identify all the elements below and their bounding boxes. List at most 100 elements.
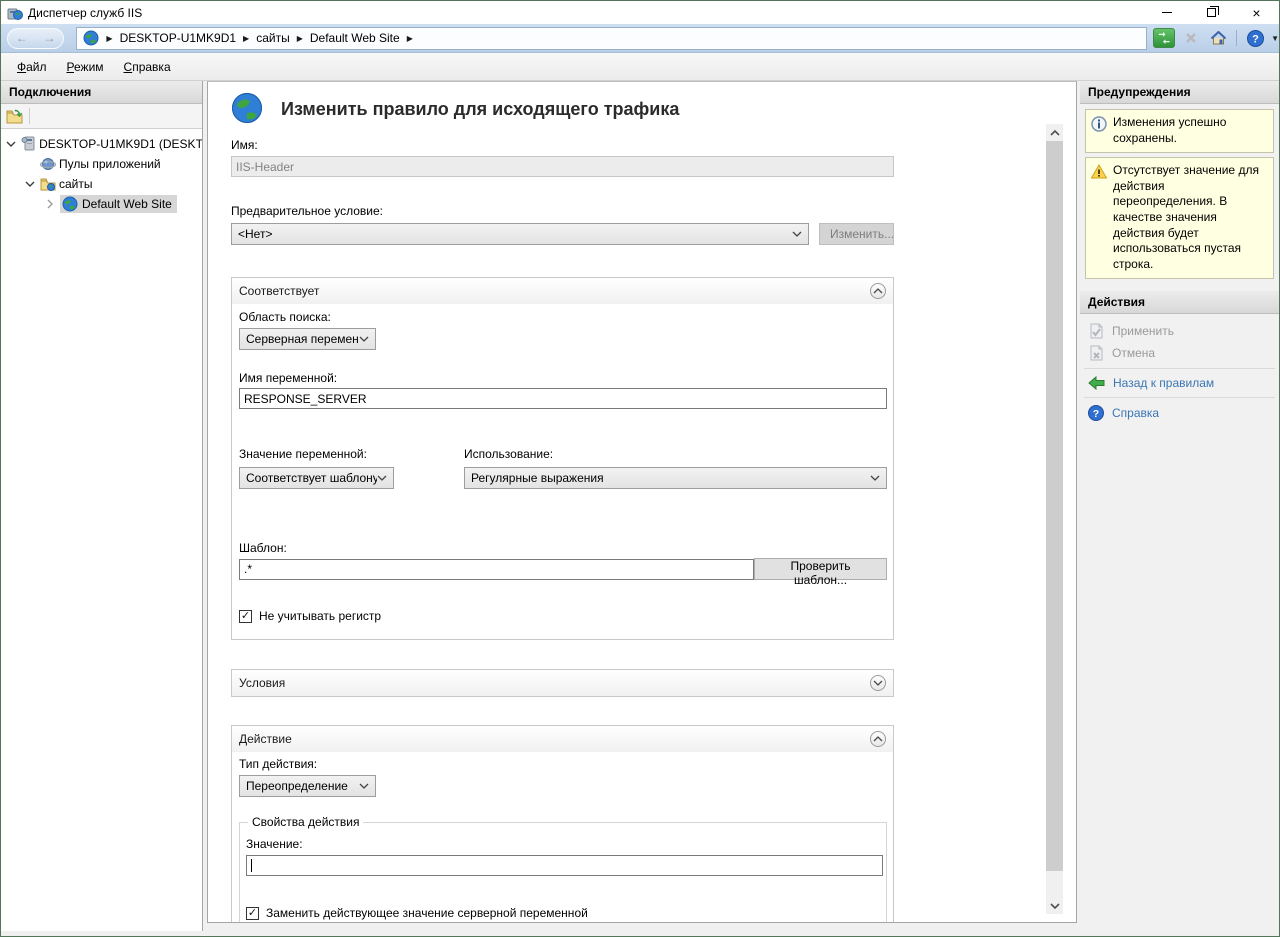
warning-alert: Отсутствует значение для действия переоп…	[1085, 157, 1274, 279]
refresh-icon	[1157, 32, 1171, 44]
back-to-rules-label: Назад к правилам	[1113, 376, 1214, 390]
cancel-action[interactable]: Отмена	[1080, 342, 1279, 364]
info-icon	[1091, 116, 1107, 132]
apply-action-label: Применить	[1112, 324, 1174, 338]
refresh-button[interactable]	[1153, 28, 1175, 48]
usage-select[interactable]: Регулярные выражения	[464, 467, 887, 489]
actions-separator	[1084, 397, 1275, 398]
page-title: Изменить правило для исходящего трафика	[281, 99, 679, 120]
warnings-header: Предупреждения	[1080, 81, 1279, 104]
back-button[interactable]: ←	[16, 32, 28, 44]
close-icon: ×	[1252, 6, 1260, 20]
cancel-icon	[1088, 345, 1104, 361]
conditions-section: Условия	[231, 669, 894, 697]
forward-button[interactable]: →	[44, 32, 56, 44]
tree-item-label: Default Web Site	[82, 197, 172, 211]
precondition-select[interactable]: <Нет>	[231, 223, 809, 245]
expand-chevron-icon[interactable]	[43, 197, 57, 211]
variable-name-field[interactable]	[239, 388, 887, 409]
stop-button[interactable]	[1180, 28, 1202, 48]
warning-icon	[1091, 164, 1107, 179]
expand-section-icon[interactable]	[870, 675, 886, 691]
action-section-header[interactable]: Действие	[232, 726, 893, 752]
value-field[interactable]	[246, 855, 883, 876]
replace-value-checkbox[interactable]: ✓	[246, 907, 259, 920]
server-icon	[21, 136, 36, 152]
minimize-button[interactable]	[1144, 1, 1189, 24]
title-bar: Диспетчер служб IIS ×	[1, 1, 1279, 24]
variable-name-label: Имя переменной:	[239, 371, 887, 385]
actions-list: Применить Отмена Назад к правилам ? Спра…	[1080, 314, 1279, 424]
tree-item-default-web-site[interactable]: Default Web Site	[1, 194, 202, 214]
precondition-label: Предварительное условие:	[231, 204, 894, 218]
vertical-scrollbar[interactable]	[1046, 124, 1063, 914]
breadcrumb-item-sites[interactable]: сайты	[256, 31, 290, 45]
restore-button[interactable]	[1189, 1, 1234, 24]
connections-panel: Подключения DESKTOP-U1MK9D1 (DESKTO Пулы…	[1, 81, 203, 931]
site-globe-icon	[62, 196, 78, 212]
replace-value-label: Заменить действующее значение серверной …	[266, 906, 588, 920]
menu-file[interactable]: Файл	[7, 56, 57, 78]
action-type-label: Тип действия:	[239, 757, 887, 771]
tree-item-label: сайты	[59, 177, 93, 191]
tree-item-server[interactable]: DESKTOP-U1MK9D1 (DESKTO	[1, 134, 202, 154]
apply-icon	[1088, 323, 1104, 339]
action-type-select[interactable]: Переопределение	[239, 775, 376, 797]
breadcrumb-item-server[interactable]: DESKTOP-U1MK9D1	[120, 31, 236, 45]
info-alert: Изменения успешно сохранены.	[1085, 109, 1274, 153]
pattern-field[interactable]	[239, 559, 754, 580]
collapse-section-icon[interactable]	[870, 731, 886, 747]
tree-item-sites[interactable]: сайты	[1, 174, 202, 194]
create-connection-icon[interactable]	[6, 109, 23, 124]
conditions-section-header[interactable]: Условия	[232, 670, 893, 696]
help-action-label: Справка	[1112, 406, 1159, 420]
restore-icon	[1207, 8, 1216, 17]
stop-icon	[1185, 32, 1197, 44]
breadcrumb-item-default-web-site[interactable]: Default Web Site	[310, 31, 400, 45]
edit-precondition-button[interactable]: Изменить...	[819, 223, 894, 245]
action-section: Действие Тип действия: Переопределение С…	[231, 725, 894, 923]
scrollbar-thumb[interactable]	[1046, 141, 1063, 871]
actions-header: Действия	[1080, 291, 1279, 314]
chevron-down-icon	[377, 475, 387, 481]
variable-value-label: Значение переменной:	[239, 447, 464, 461]
back-arrow-icon	[1088, 376, 1105, 390]
cancel-action-label: Отмена	[1112, 346, 1155, 360]
breadcrumb-arrow-icon: ▶	[407, 34, 413, 43]
home-button[interactable]	[1207, 28, 1229, 48]
back-to-rules-action[interactable]: Назад к правилам	[1080, 373, 1279, 393]
menu-bar: Файл Режим Справка	[1, 53, 1279, 81]
connections-tree: DESKTOP-U1MK9D1 (DESKTO Пулы приложений …	[1, 129, 202, 931]
menu-help[interactable]: Справка	[114, 56, 181, 78]
collapse-chevron-icon[interactable]	[23, 177, 37, 191]
action-properties-group: Свойства действия Значение: ✓ Заменить д…	[239, 822, 887, 923]
menu-view[interactable]: Режим	[57, 56, 114, 78]
chevron-down-icon	[359, 783, 369, 789]
warning-alert-text: Отсутствует значение для действия переоп…	[1113, 163, 1269, 272]
action-properties-title: Свойства действия	[248, 815, 363, 829]
tree-item-app-pools[interactable]: Пулы приложений	[1, 154, 202, 174]
content-area: Подключения DESKTOP-U1MK9D1 (DESKTO Пулы…	[1, 81, 1279, 931]
breadcrumb[interactable]: ▶ DESKTOP-U1MK9D1 ▶ сайты ▶ Default Web …	[76, 27, 1147, 50]
collapse-chevron-icon[interactable]	[4, 137, 18, 151]
ignore-case-label: Не учитывать регистр	[259, 609, 381, 623]
scroll-down-button[interactable]	[1046, 897, 1063, 914]
variable-value-select[interactable]: Соответствует шаблону	[239, 467, 394, 489]
collapse-section-icon[interactable]	[870, 283, 886, 299]
help-circle-icon: ?	[1088, 405, 1104, 421]
value-label: Значение:	[246, 837, 878, 851]
help-button[interactable]: ?	[1244, 28, 1266, 48]
ignore-case-checkbox[interactable]: ✓	[239, 610, 252, 623]
match-section-header[interactable]: Соответствует	[232, 278, 893, 304]
close-button[interactable]: ×	[1234, 1, 1279, 24]
scroll-up-button[interactable]	[1046, 124, 1063, 141]
minimize-icon	[1162, 12, 1172, 13]
selected-tree-item: Default Web Site	[60, 195, 177, 213]
apply-action[interactable]: Применить	[1080, 320, 1279, 342]
help-dropdown-arrow-icon[interactable]: ▼	[1271, 34, 1279, 43]
scope-select[interactable]: Серверная переменн	[239, 328, 376, 350]
help-action[interactable]: ? Справка	[1080, 402, 1279, 424]
test-pattern-button[interactable]: Проверить шаблон...	[754, 558, 887, 580]
sites-folder-icon	[40, 176, 56, 192]
iis-manager-window: Диспетчер служб IIS × ← → ▶ DESKTOP-U1MK…	[0, 0, 1280, 937]
